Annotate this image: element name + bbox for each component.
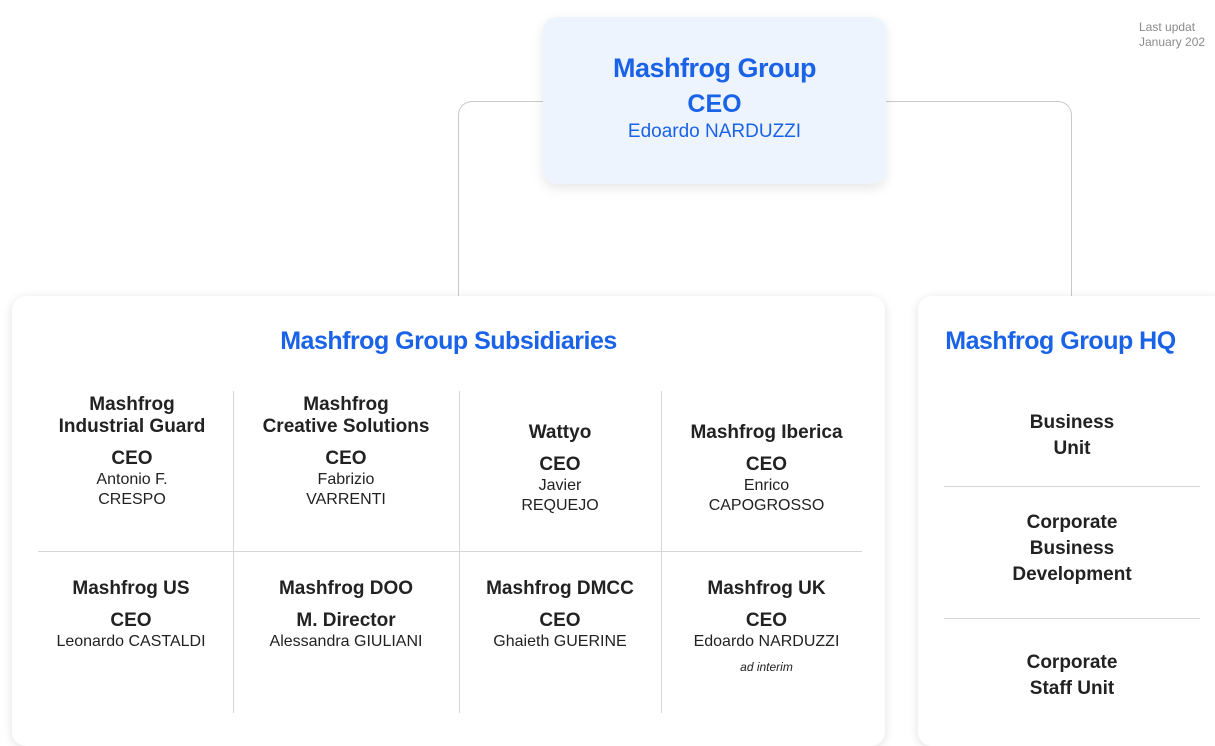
- subsidiary-person: Enrico: [743, 477, 790, 494]
- subsidiary-person: Leonardo CASTALDI: [56, 633, 206, 650]
- column-divider: [233, 391, 234, 713]
- group-role: CEO: [687, 90, 742, 118]
- group-name: Mashfrog Group: [613, 53, 817, 83]
- subsidiaries-title: Mashfrog Group Subsidiaries: [280, 327, 617, 355]
- last-updated-line1: Last updat: [1139, 20, 1196, 34]
- subsidiary-us: Mashfrog US CEO Leonardo CASTALDI: [26, 578, 236, 652]
- subsidiary-person: Alessandra GIULIANI: [269, 633, 423, 650]
- subsidiary-uk: Mashfrog UK CEO Edoardo NARDUZZI ad inte…: [664, 578, 869, 674]
- subsidiary-name: Mashfrog UK: [707, 578, 826, 599]
- subsidiary-person: REQUEJO: [521, 497, 599, 514]
- subsidiary-name: Mashfrog DMCC: [486, 578, 634, 599]
- hq-panel: Mashfrog Group HQ Business Unit Corporat…: [918, 296, 1215, 746]
- subsidiaries-panel: Mashfrog Group Subsidiaries Mashfrog Ind…: [12, 296, 885, 746]
- hq-title: Mashfrog Group HQ: [945, 327, 1176, 355]
- subsidiary-dmcc: Mashfrog DMCC CEO Ghaieth GUERINE: [462, 578, 658, 652]
- subsidiary-person: VARRENTI: [306, 491, 386, 508]
- subsidiary-name: Creative Solutions: [262, 416, 430, 437]
- subsidiary-role: M. Director: [296, 610, 396, 631]
- subsidiary-person: CRESPO: [98, 491, 166, 508]
- subsidiary-name: Mashfrog: [89, 394, 175, 415]
- subsidiary-person: CAPOGROSSO: [708, 497, 825, 514]
- hq-divider: [944, 486, 1200, 487]
- column-divider: [459, 391, 460, 713]
- subsidiary-name: Wattyo: [528, 422, 592, 443]
- subsidiary-wattyo: Wattyo CEO Javier REQUEJO: [462, 422, 658, 516]
- subsidiary-role: CEO: [110, 610, 152, 631]
- subsidiary-role: CEO: [539, 454, 581, 475]
- subsidiary-person: Edoardo NARDUZZI: [693, 633, 840, 650]
- hq-divider: [944, 618, 1200, 619]
- subsidiary-creative-solutions: Mashfrog Creative Solutions CEO Fabrizio…: [236, 394, 456, 510]
- hq-corporate-business-development: Corporate Business Development: [944, 510, 1200, 588]
- subsidiary-name: Mashfrog US: [72, 578, 190, 599]
- subsidiary-person: Ghaieth GUERINE: [493, 633, 627, 650]
- subsidiary-name: Mashfrog DOO: [278, 578, 414, 599]
- hq-item-line: Staff Unit: [1029, 678, 1115, 699]
- subsidiary-iberica: Mashfrog Iberica CEO Enrico CAPOGROSSO: [664, 422, 869, 516]
- hq-item-line: Business: [1029, 538, 1115, 559]
- subsidiary-note: ad interim: [740, 660, 793, 674]
- column-divider: [661, 391, 662, 713]
- hq-item-line: Unit: [1053, 438, 1091, 459]
- group-ceo-box: Mashfrog Group CEO Edoardo NARDUZZI: [543, 17, 886, 184]
- hq-business-unit: Business Unit: [944, 410, 1200, 462]
- subsidiary-role: CEO: [325, 448, 367, 469]
- last-updated-line2: January 202: [1139, 35, 1206, 49]
- subsidiary-name: Mashfrog Iberica: [690, 422, 843, 443]
- subsidiary-person: Javier: [538, 477, 582, 494]
- subsidiary-name: Industrial Guard: [58, 416, 206, 437]
- subsidiary-role: CEO: [745, 454, 788, 475]
- subsidiary-role: CEO: [745, 610, 788, 631]
- row-divider: [38, 551, 862, 552]
- subsidiary-role: CEO: [539, 610, 581, 631]
- subsidiary-role: CEO: [111, 448, 153, 469]
- hq-item-line: Business: [1029, 412, 1115, 433]
- subsidiary-industrial-guard: Mashfrog Industrial Guard CEO Antonio F.…: [34, 394, 230, 510]
- subsidiary-doo: Mashfrog DOO M. Director Alessandra GIUL…: [236, 578, 456, 652]
- hq-item-line: Corporate: [1026, 652, 1118, 673]
- hq-corporate-staff-unit: Corporate Staff Unit: [944, 650, 1200, 702]
- subsidiary-name: Mashfrog: [303, 394, 389, 415]
- subsidiary-person: Antonio F.: [96, 471, 168, 488]
- last-updated-note: Last updat January 202: [1139, 20, 1215, 50]
- subsidiary-person: Fabrizio: [317, 471, 375, 488]
- group-ceo-name: Edoardo NARDUZZI: [627, 121, 802, 142]
- hq-item-line: Development: [1012, 564, 1132, 585]
- hq-item-line: Corporate: [1026, 512, 1118, 533]
